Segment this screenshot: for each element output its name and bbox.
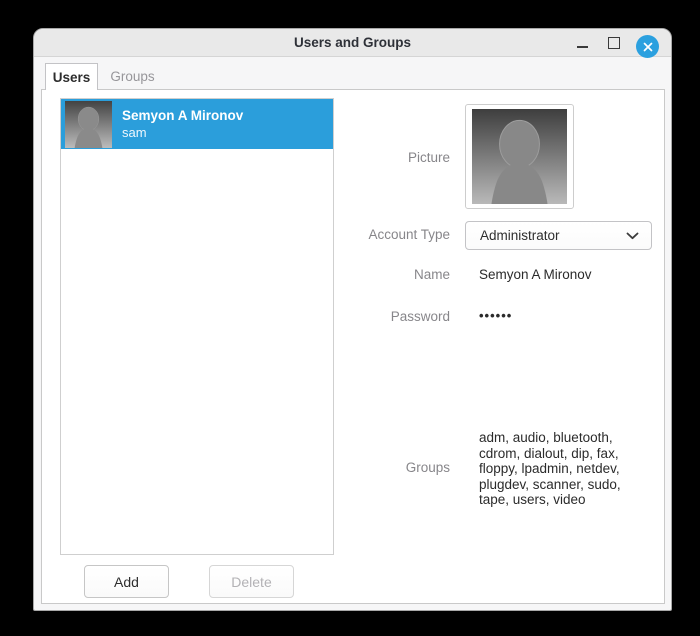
- person-silhouette-icon: [470, 109, 569, 204]
- window-title: Users and Groups: [294, 35, 411, 50]
- groups-label: Groups: [290, 460, 450, 475]
- name-value[interactable]: Semyon A Mironov: [479, 267, 592, 282]
- users-and-groups-window: Users and Groups Users Groups: [33, 28, 672, 611]
- titlebar: Users and Groups: [34, 29, 671, 57]
- password-value[interactable]: ••••••: [479, 308, 512, 323]
- tab-groups[interactable]: Groups: [98, 63, 167, 90]
- picture-label: Picture: [290, 150, 450, 165]
- tab-users-label: Users: [53, 70, 91, 85]
- maximize-icon[interactable]: [608, 37, 620, 49]
- users-tab-page: Semyon A Mironov sam Picture Acc: [41, 89, 665, 604]
- account-type-dropdown[interactable]: Administrator: [465, 221, 652, 250]
- account-type-label: Account Type: [290, 227, 450, 242]
- tab-groups-label: Groups: [110, 69, 154, 84]
- account-type-value: Administrator: [480, 228, 560, 243]
- groups-value[interactable]: adm, audio, bluetooth, cdrom, dialout, d…: [479, 430, 669, 508]
- user-row-name: Semyon A Mironov: [122, 108, 243, 123]
- password-label: Password: [290, 309, 450, 324]
- tab-users[interactable]: Users: [45, 63, 98, 90]
- delete-button[interactable]: Delete: [209, 565, 294, 598]
- close-icon[interactable]: [636, 35, 659, 58]
- chevron-down-icon: [626, 232, 639, 240]
- delete-button-label: Delete: [231, 574, 271, 590]
- name-label: Name: [290, 267, 450, 282]
- user-row-texts: Semyon A Mironov sam: [122, 108, 243, 140]
- user-row-username: sam: [122, 125, 243, 140]
- close-x-glyph: [643, 42, 653, 52]
- user-picture-button[interactable]: [465, 104, 574, 209]
- minimize-icon[interactable]: [577, 46, 588, 48]
- list-item-user-sam[interactable]: Semyon A Mironov sam: [61, 99, 333, 149]
- user-avatar-icon: [65, 101, 112, 148]
- add-button[interactable]: Add: [84, 565, 169, 598]
- add-button-label: Add: [114, 574, 139, 590]
- user-list: Semyon A Mironov sam: [60, 98, 334, 555]
